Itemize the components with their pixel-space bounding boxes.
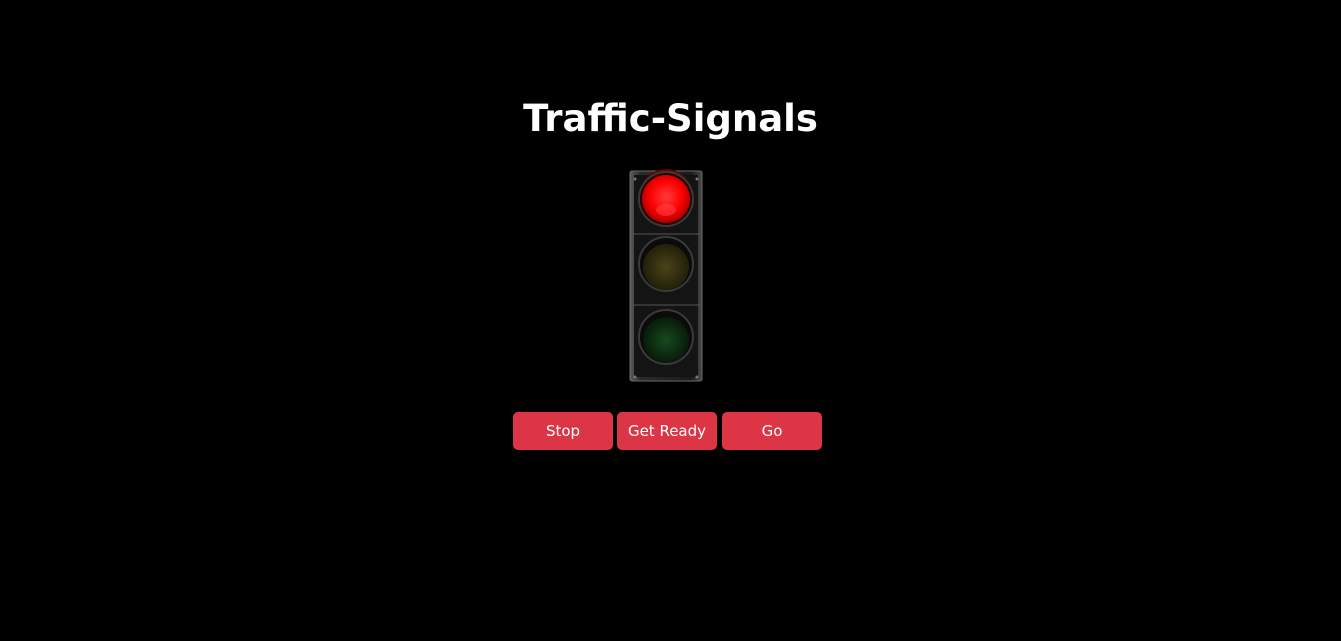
page-title: Traffic-Signals [523,97,818,140]
traffic-light-graphic [629,169,703,382]
traffic-light [622,155,712,385]
stop-button[interactable]: Stop [513,412,613,450]
yellow-light [638,236,694,292]
green-light [638,309,694,365]
get-ready-button[interactable]: Get Ready [617,412,717,450]
page: Traffic-Signals Stop Get Ready Go [0,0,1341,641]
red-light [638,169,694,227]
go-button[interactable]: Go [722,412,822,450]
signal-controls: Stop Get Ready Go [513,412,822,450]
